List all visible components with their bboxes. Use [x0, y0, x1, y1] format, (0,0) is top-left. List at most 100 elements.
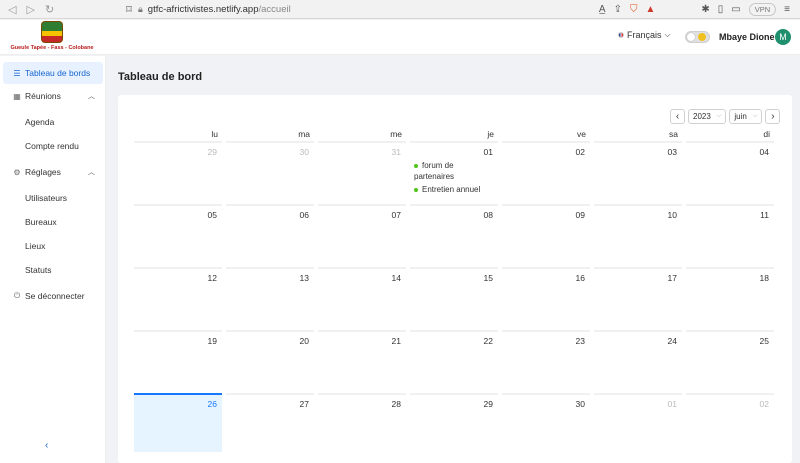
next-month-button[interactable]: › [765, 108, 781, 124]
calendar-day-cell[interactable]: 29 [134, 141, 222, 200]
collapse-sidebar-icon[interactable]: ‹ [45, 440, 48, 451]
sidebar-item-statuses[interactable]: Statuts [25, 265, 51, 275]
chevron-down-icon: ⌵ [752, 112, 758, 119]
day-number: 05 [207, 210, 217, 220]
calendar-day-cell[interactable]: 27 [226, 393, 314, 452]
month-select[interactable]: juin ⌵ [729, 108, 763, 124]
brave-shield-icon[interactable]: ⛉ [630, 4, 638, 15]
sidebar-item-settings[interactable]: ⚙ Réglages ︿ [3, 161, 103, 183]
calendar-day-cell[interactable]: 22 [410, 330, 498, 389]
calendar-day-cell[interactable]: 20 [226, 330, 314, 389]
app-header: Gueule Tapée - Fass - Colobane Français … [0, 20, 800, 55]
calendar-day-cell[interactable]: 30 [502, 393, 590, 452]
calendar-day-cell[interactable]: 16 [502, 267, 590, 326]
calendar-day-cell[interactable]: 28 [318, 393, 406, 452]
translate-icon[interactable]: A̲ [599, 4, 606, 15]
day-number: 16 [575, 273, 585, 283]
calendar-day-cell[interactable]: 01 forum de partenaires Entretien annuel [410, 141, 498, 200]
address-bar[interactable]: 🔒︎ gtfc-africtivistes.netlify.app/accuei… [138, 0, 599, 19]
calendar-day-cell[interactable]: 21 [318, 330, 406, 389]
bookmark-icon[interactable]: ⌑ [120, 3, 138, 16]
calendar-day-cell[interactable]: 10 [594, 204, 682, 263]
extensions-icon[interactable]: ✱ [701, 4, 709, 15]
calendar-day-cell[interactable]: 25 [686, 330, 774, 389]
chevron-down-icon: ⌵ [716, 112, 722, 119]
browser-tools: A̲ ⇪ ⛉ ▲ ✱ ▯ ▭ VPN ≡ [599, 2, 800, 16]
calendar-day-cell[interactable]: 13 [226, 267, 314, 326]
calendar-day-cell[interactable]: 31 [318, 141, 406, 200]
calendar-event[interactable]: forum de partenaires [414, 160, 494, 182]
weekday-header: me [390, 129, 402, 139]
calendar-day-cell[interactable]: 24 [594, 330, 682, 389]
url-path: /accueil [258, 3, 291, 15]
calendar-day-cell[interactable]: 04 [686, 141, 774, 200]
alert-icon[interactable]: ▲ [645, 4, 655, 15]
sidebar-item-dashboard[interactable]: ☰ Tableau de bords [3, 62, 103, 84]
weekday-header: sa [669, 129, 678, 139]
vpn-button[interactable]: VPN [748, 2, 777, 16]
share-icon[interactable]: ⇪ [614, 4, 622, 15]
sidebar-item-meetings[interactable]: ▦ Réunions ︿ [3, 85, 103, 107]
language-selector[interactable]: Français ⌵ [618, 30, 671, 40]
prev-month-button[interactable]: ‹ [670, 108, 685, 124]
calendar-day-cell[interactable]: 29 [410, 393, 498, 452]
day-number: 29 [483, 399, 493, 409]
url-domain: gtfc-africtivistes.netlify.app [147, 3, 259, 15]
calendar-day-cell[interactable]: 15 [410, 267, 498, 326]
sidebar-item-offices[interactable]: Bureaux [25, 217, 57, 227]
day-number: 13 [299, 273, 309, 283]
back-icon[interactable]: ◁ [8, 3, 16, 16]
logo-emblem [41, 21, 63, 43]
calendar-day-cell[interactable]: 12 [134, 267, 222, 326]
avatar[interactable]: M [775, 29, 791, 45]
calendar-day-cell[interactable]: 09 [502, 204, 590, 263]
event-dot-icon [414, 163, 418, 168]
wallet-icon[interactable]: ▭ [731, 4, 740, 15]
sidebar-item-logout[interactable]: ⏻ Se déconnecter [3, 285, 103, 307]
calendar-day-cell[interactable]: 03 [594, 141, 682, 200]
day-number: 22 [483, 336, 493, 346]
menu-icon[interactable]: ≡ [784, 4, 790, 15]
day-number: 12 [207, 273, 217, 283]
calendar-day-cell[interactable]: 11 [686, 204, 774, 263]
day-number: 24 [667, 336, 677, 346]
calendar-day-cell[interactable]: 07 [318, 204, 406, 263]
calendar-day-cell[interactable]: 23 [502, 330, 590, 389]
calendar-day-cell[interactable]: 19 [134, 330, 222, 389]
reload-icon[interactable]: ↻ [45, 3, 54, 16]
day-number: 02 [575, 147, 585, 157]
calendar-day-cell[interactable]: 06 [226, 204, 314, 263]
day-number: 18 [759, 273, 769, 283]
calendar-day-cell[interactable]: 17 [594, 267, 682, 326]
calendar-day-cell[interactable]: 14 [318, 267, 406, 326]
chevron-down-icon: ⌵ [664, 30, 671, 39]
theme-toggle[interactable] [685, 31, 710, 43]
calendar-day-cell[interactable]: 30 [226, 141, 314, 200]
sidebar-item-users[interactable]: Utilisateurs [25, 193, 67, 203]
sidebar-item-label: Se déconnecter [25, 291, 85, 301]
day-number: 27 [299, 399, 309, 409]
sidebar-toggle-icon[interactable]: ▯ [718, 4, 724, 15]
weekday-header: ma [298, 129, 310, 139]
logo[interactable]: Gueule Tapée - Fass - Colobane [6, 20, 98, 55]
calendar-day-cell[interactable]: 02 [686, 393, 774, 452]
calendar-day-cell[interactable]: 05 [134, 204, 222, 263]
calendar-event[interactable]: Entretien annuel [414, 184, 494, 195]
calendar-day-cell[interactable]: 01 [594, 393, 682, 452]
sidebar-item-agenda[interactable]: Agenda [25, 117, 54, 127]
user-name[interactable]: Mbaye Dione [719, 32, 775, 42]
calendar-day-cell[interactable]: 26 [134, 393, 222, 452]
calendar-day-cell[interactable]: 08 [410, 204, 498, 263]
day-number: 21 [391, 336, 401, 346]
calendar-day-cell[interactable]: 02 [502, 141, 590, 200]
year-select[interactable]: 2023 ⌵ [688, 108, 727, 124]
sidebar-item-minutes[interactable]: Compte rendu [25, 141, 79, 151]
logout-icon: ⏻ [13, 291, 21, 300]
day-number: 30 [299, 147, 309, 157]
calendar-icon: ▦ [13, 91, 21, 101]
sidebar-item-places[interactable]: Lieux [25, 241, 45, 251]
month-value: juin [734, 111, 747, 121]
logo-text: Gueule Tapée - Fass - Colobane [10, 45, 94, 51]
calendar-day-cell[interactable]: 18 [686, 267, 774, 326]
forward-icon[interactable]: ▷ [26, 3, 34, 16]
